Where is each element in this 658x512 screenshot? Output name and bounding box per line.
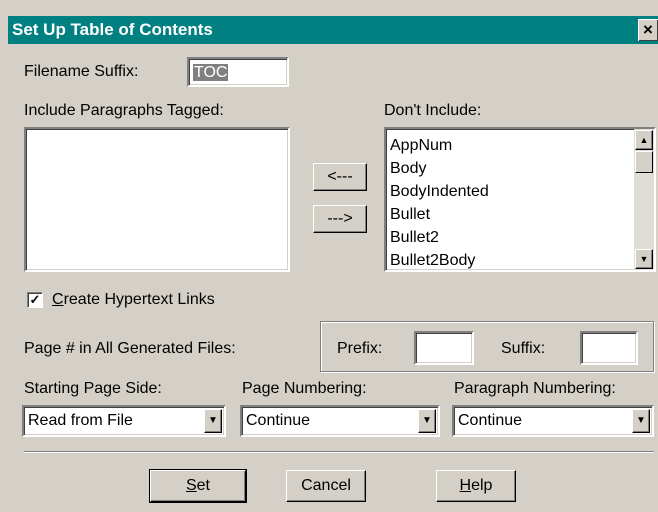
chevron-down-icon[interactable]: ▼ <box>632 409 650 433</box>
list-item[interactable]: BodyIndented <box>386 180 626 203</box>
starting-page-side-value: Read from File <box>28 412 133 429</box>
divider <box>24 451 654 453</box>
scroll-down-icon[interactable]: ▼ <box>635 249 653 269</box>
title-bar[interactable]: Set Up Table of Contents × <box>8 16 658 44</box>
hypertext-checkbox[interactable]: ✓ <box>27 292 43 308</box>
paragraph-numbering-select[interactable]: Continue ▼ <box>452 405 654 437</box>
list-item[interactable]: Bullet <box>386 203 626 226</box>
page-numbering-label: Page Numbering: <box>242 380 367 397</box>
cancel-button[interactable]: Cancel <box>286 470 366 502</box>
scroll-thumb[interactable] <box>635 151 653 173</box>
filename-suffix-label: Filename Suffix: <box>24 63 139 80</box>
hypertext-label[interactable]: Create Hypertext Links <box>52 291 215 309</box>
dont-include-list[interactable]: AppNum Body BodyIndented Bullet Bullet2 … <box>384 127 656 272</box>
list-item[interactable]: Bullet2Body <box>386 249 626 270</box>
set-up-toc-dialog: Set Up Table of Contents × Filename Suff… <box>0 0 658 512</box>
include-list[interactable] <box>24 127 290 272</box>
dont-include-label: Don't Include: <box>384 102 482 119</box>
chevron-down-icon[interactable]: ▼ <box>204 409 222 433</box>
chevron-down-icon[interactable]: ▼ <box>418 409 436 433</box>
suffix-label: Suffix: <box>501 340 546 357</box>
page-numbering-value: Continue <box>246 412 311 429</box>
help-button[interactable]: Help <box>436 470 516 502</box>
suffix-input[interactable] <box>580 331 638 365</box>
filename-suffix-input[interactable]: TOC <box>187 57 289 87</box>
prefix-label: Prefix: <box>337 340 383 357</box>
move-to-exclude-button[interactable]: ---> <box>313 205 367 233</box>
set-button[interactable]: Set <box>150 470 246 502</box>
list-item[interactable]: AppNum <box>386 134 626 157</box>
add-to-include-button[interactable]: <--- <box>313 163 367 191</box>
starting-page-side-select[interactable]: Read from File ▼ <box>22 405 226 437</box>
list-item[interactable]: Body <box>386 157 626 180</box>
page-numbering-select[interactable]: Continue ▼ <box>240 405 440 437</box>
list-item[interactable]: Bullet2 <box>386 226 626 249</box>
page-number-label: Page # in All Generated Files: <box>24 340 236 357</box>
include-label: Include Paragraphs Tagged: <box>24 102 224 119</box>
close-icon[interactable]: × <box>638 19 658 41</box>
scrollbar[interactable]: ▲ ▼ <box>634 129 654 270</box>
page-number-group: Prefix: Suffix: <box>320 321 654 372</box>
prefix-input[interactable] <box>414 331 474 365</box>
dialog-title: Set Up Table of Contents <box>12 20 213 39</box>
filename-suffix-value: TOC <box>193 64 229 81</box>
paragraph-numbering-label: Paragraph Numbering: <box>454 380 616 397</box>
scroll-up-icon[interactable]: ▲ <box>635 130 653 150</box>
paragraph-numbering-value: Continue <box>458 412 523 429</box>
starting-page-side-label: Starting Page Side: <box>24 380 162 397</box>
